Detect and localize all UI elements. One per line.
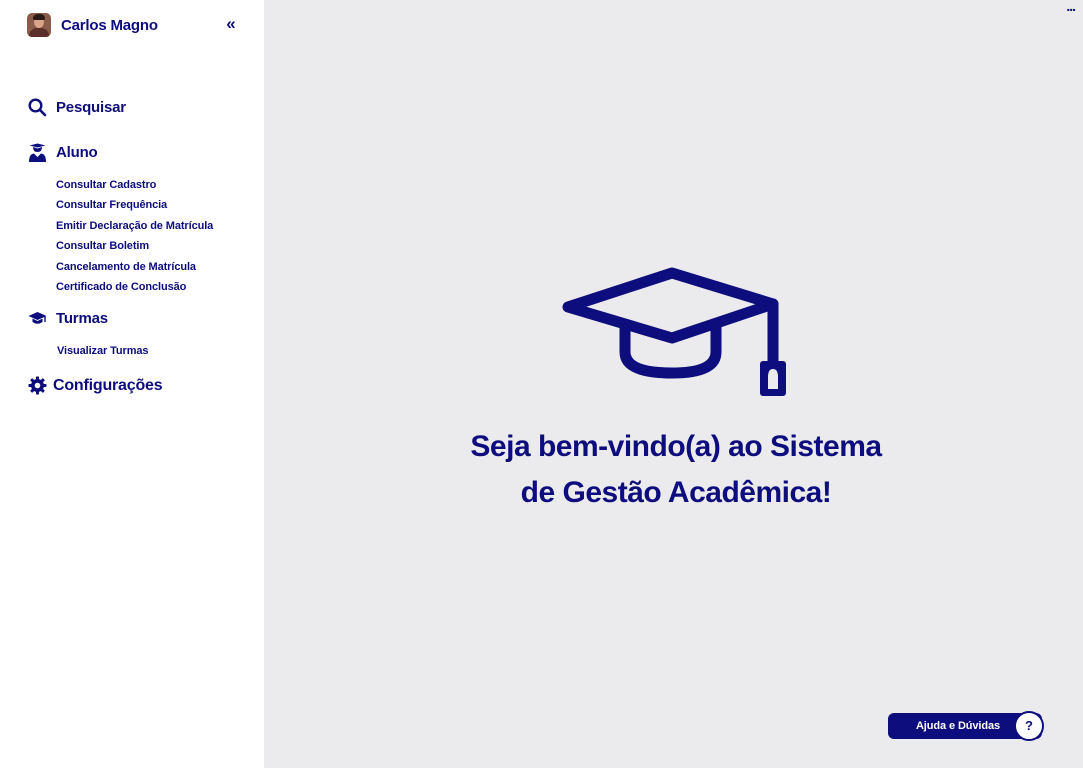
nav-search-label: Pesquisar [56,99,126,116]
turmas-submenu: Visualizar Turmas [57,341,149,361]
graduation-cap-illustration [560,266,792,406]
avatar [27,13,51,37]
nav-aluno[interactable]: Aluno [28,143,98,162]
collapse-sidebar-button[interactable]: « [222,14,240,34]
nav-configuracoes-label: Configurações [53,376,163,394]
aluno-submenu: Consultar Cadastro Consultar Frequência … [56,175,213,297]
welcome-line-2: de Gestão Acadêmica! [520,476,832,509]
student-icon [28,143,47,162]
submenu-emitir-declaracao[interactable]: Emitir Declaração de Matrícula [56,216,213,236]
gear-icon [28,376,47,395]
help-button-label: Ajuda e Dúvidas [915,720,1001,732]
nav-turmas[interactable]: Turmas [28,309,108,328]
nav-configuracoes[interactable]: Configurações [28,376,163,395]
welcome-line-1: Seja bem-vindo(a) ao Sistema [470,430,882,463]
more-options-icon[interactable]: ... [1066,0,1076,14]
main-content: ... Seja bem-vindo(a) ao Sistema de Gest… [264,0,1083,768]
submenu-visualizar-turmas[interactable]: Visualizar Turmas [57,341,149,361]
submenu-consultar-cadastro[interactable]: Consultar Cadastro [56,175,213,195]
user-name: Carlos Magno [61,16,158,34]
graduation-cap-icon [28,309,47,328]
nav-search[interactable]: Pesquisar [28,98,126,117]
user-profile[interactable]: Carlos Magno [27,13,158,37]
submenu-cancelamento-matricula[interactable]: Cancelamento de Matrícula [56,257,213,277]
submenu-certificado-conclusao[interactable]: Certificado de Conclusão [56,277,213,297]
submenu-consultar-boletim[interactable]: Consultar Boletim [56,236,213,256]
submenu-consultar-frequencia[interactable]: Consultar Frequência [56,195,213,215]
welcome-message: Seja bem-vindo(a) ao Sistema de Gestão A… [414,424,938,516]
search-icon [28,98,47,117]
sidebar: Carlos Magno « Pesquisar Aluno Consultar… [0,0,264,768]
help-question-icon[interactable]: ? [1014,711,1044,741]
nav-aluno-label: Aluno [56,144,98,161]
nav-turmas-label: Turmas [56,310,108,327]
